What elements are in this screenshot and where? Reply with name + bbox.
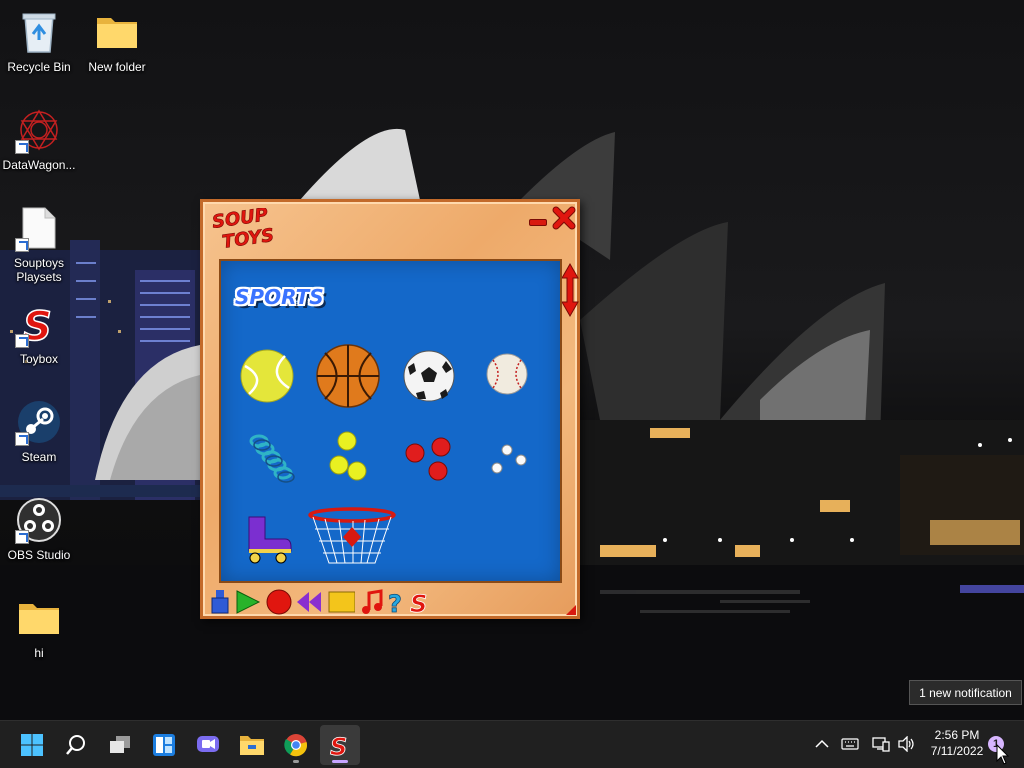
- resize-grip[interactable]: [566, 605, 576, 615]
- yellow-balls[interactable]: [327, 431, 369, 485]
- chrome-button[interactable]: [276, 725, 316, 765]
- roller-skate[interactable]: [241, 513, 293, 565]
- clock-time: 2:56 PM: [934, 728, 980, 742]
- desktop-icon-label: Toybox: [19, 352, 59, 366]
- search-icon: [66, 735, 85, 755]
- basketball[interactable]: [315, 343, 381, 409]
- file-explorer-icon: [240, 736, 264, 755]
- search-button[interactable]: [56, 725, 96, 765]
- flask-tool[interactable]: [207, 588, 235, 616]
- chrome-icon: [284, 734, 308, 757]
- category-title: SPORTS: [235, 285, 324, 309]
- desktop-icon-label: OBS Studio: [7, 548, 71, 562]
- soccer-ball[interactable]: [402, 349, 456, 403]
- souptoys-toolbar: ? S: [207, 588, 437, 616]
- chevron-up-icon: [815, 739, 829, 748]
- minimize-button[interactable]: [529, 219, 547, 226]
- task-view-icon: [110, 736, 130, 753]
- souptoys-taskbar-button[interactable]: S: [320, 725, 360, 765]
- red-balls[interactable]: [405, 437, 459, 483]
- chat-icon: [197, 736, 219, 752]
- svg-text:S: S: [410, 590, 427, 616]
- scroll-arrows[interactable]: [560, 262, 580, 318]
- network-button[interactable]: [870, 733, 892, 755]
- desktop-icon-label: DataWagon...: [2, 158, 76, 172]
- steam-icon: [15, 398, 63, 446]
- widgets-button[interactable]: [144, 725, 184, 765]
- task-view-button[interactable]: [100, 725, 140, 765]
- rewind-tool[interactable]: [295, 588, 323, 616]
- svg-text:S: S: [330, 733, 347, 758]
- basketball-hoop[interactable]: [307, 507, 397, 573]
- shortcut-arrow-icon: [15, 530, 29, 544]
- desktop-icon-label: Souptoys Playsets: [13, 256, 65, 284]
- speaker-icon: [898, 736, 914, 752]
- desktop-icon-label: hi: [34, 646, 44, 660]
- mouse-cursor-icon: [996, 744, 1010, 765]
- souptoys-icon: S: [330, 733, 348, 758]
- desktop-icon-souptoys-playsets[interactable]: Souptoys Playsets: [0, 204, 78, 284]
- desktop-icon-new-folder[interactable]: New folder: [78, 8, 156, 74]
- taskbar: S: [0, 720, 1024, 768]
- running-indicator: [293, 760, 299, 763]
- clock-date: 7/11/2022: [930, 744, 984, 758]
- desktop-icon-toybox[interactable]: S Toybox: [0, 300, 78, 366]
- white-balls[interactable]: [487, 442, 531, 478]
- keyboard-icon: [841, 738, 859, 750]
- souptoys-window[interactable]: SOUP TOYS SPORTS ? S: [200, 199, 580, 619]
- desktop-icon-steam[interactable]: Steam: [0, 398, 78, 464]
- souptoys-icon: S: [15, 300, 63, 348]
- taskbar-clock[interactable]: 2:56 PM 7/11/2022: [922, 727, 992, 759]
- keyboard-button[interactable]: [839, 733, 861, 755]
- desktop-icon-label: Recycle Bin: [7, 60, 71, 74]
- volume-button[interactable]: [895, 733, 917, 755]
- desktop-icon-obs-studio[interactable]: OBS Studio: [0, 496, 78, 562]
- show-hidden-icons-button[interactable]: [811, 733, 833, 755]
- souptoys-logo: SOUP TOYS: [211, 208, 276, 252]
- tennis-ball[interactable]: [239, 348, 295, 404]
- svg-text:?: ?: [388, 590, 402, 616]
- folder-icon: [15, 594, 63, 642]
- desktop-icon-label: Steam: [21, 450, 57, 464]
- shortcut-arrow-icon: [15, 334, 29, 348]
- windows-logo-icon: [21, 734, 43, 756]
- chat-button[interactable]: [188, 725, 228, 765]
- toy-content-panel: SPORTS: [219, 259, 562, 583]
- shortcut-arrow-icon: [15, 432, 29, 446]
- desktop-icon-hi-folder[interactable]: hi: [0, 594, 78, 660]
- obs-icon: [15, 496, 63, 544]
- desktop-icon-recycle-bin[interactable]: Recycle Bin: [0, 8, 78, 74]
- recycle-bin-icon: [15, 8, 63, 56]
- desktop-icon-label: New folder: [88, 60, 146, 74]
- network-icon: [872, 737, 890, 752]
- shortcut-arrow-icon: [15, 140, 29, 154]
- shortcut-arrow-icon: [15, 238, 29, 252]
- baseball[interactable]: [485, 352, 529, 396]
- record-tool[interactable]: [265, 588, 293, 616]
- document-icon: [15, 204, 63, 252]
- folder-icon: [93, 8, 141, 56]
- souptoys-tool[interactable]: S: [407, 588, 435, 616]
- widgets-icon: [153, 734, 175, 756]
- close-button[interactable]: [552, 206, 576, 230]
- play-tool[interactable]: [233, 588, 261, 616]
- notification-tooltip: 1 new notification: [909, 680, 1022, 705]
- datawagon-icon: [15, 106, 63, 154]
- running-indicator: [332, 760, 348, 763]
- square-tool[interactable]: [327, 588, 355, 616]
- desktop-icon-datawagon[interactable]: DataWagon...: [0, 106, 78, 172]
- start-button[interactable]: [12, 725, 52, 765]
- slinky-spring[interactable]: [247, 431, 299, 487]
- file-explorer-button[interactable]: [232, 725, 272, 765]
